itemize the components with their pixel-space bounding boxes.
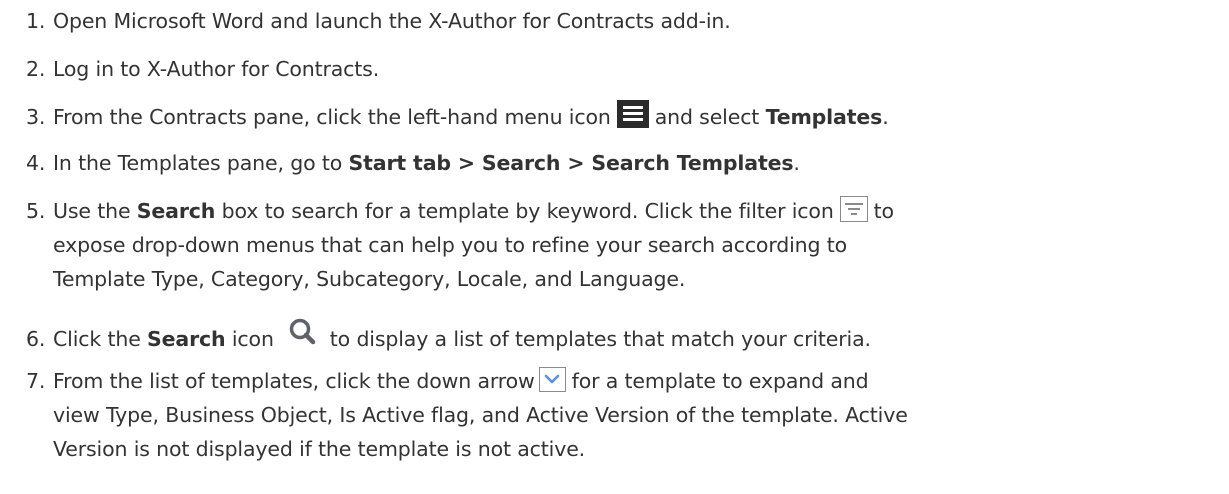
- step-text: Open Microsoft Word and launch the X-Aut…: [53, 9, 731, 33]
- step-text-line-2: expose drop-down menus that can help you…: [53, 233, 848, 257]
- step-number: 7.: [26, 369, 46, 393]
- chevron-down-icon: [538, 366, 566, 392]
- step-number: 4.: [26, 151, 46, 175]
- step-text: In the Templates pane, go to Start tab >…: [53, 151, 800, 175]
- step-number: 2.: [26, 57, 46, 81]
- step-text: From the Contracts pane, click the left-…: [53, 100, 889, 134]
- step-number: 6.: [26, 327, 46, 351]
- step-number: 5.: [26, 199, 46, 223]
- step-text: From the list of templates, click the do…: [53, 364, 869, 398]
- filter-icon: [839, 196, 868, 222]
- step-text: Log in to X-Author for Contracts.: [53, 57, 380, 81]
- step-text-line-2: view Type, Business Object, Is Active fl…: [53, 403, 908, 427]
- navigation-path: Start tab > Search > Search Templates: [348, 151, 794, 175]
- menu-icon: [616, 100, 649, 128]
- instruction-steps: 1. Open Microsoft Word and launch the X-…: [0, 0, 1229, 494]
- search-label: Search: [136, 199, 216, 223]
- step-text-line-3: Version is not displayed if the template…: [53, 437, 586, 461]
- step-number: 3.: [26, 105, 46, 129]
- search-label: Search: [147, 327, 226, 351]
- step-number: 1.: [26, 9, 46, 33]
- templates-label: Templates: [765, 105, 883, 129]
- step-text: Click the Search icon to display a list o…: [53, 318, 871, 357]
- search-icon: [282, 315, 322, 349]
- step-text-line-3: Template Type, Category, Subcategory, Lo…: [53, 267, 686, 291]
- step-text: Use the Search box to search for a templ…: [53, 194, 894, 228]
